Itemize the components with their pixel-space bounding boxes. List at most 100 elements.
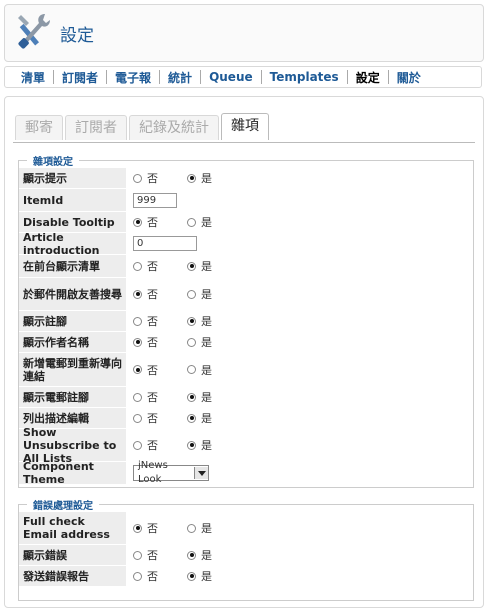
radio-button[interactable] — [187, 440, 196, 450]
radio-option-no[interactable]: 否 — [133, 389, 187, 405]
radio-option-no[interactable]: 否 — [133, 258, 187, 274]
radio-option-no[interactable]: 否 — [133, 547, 187, 563]
menu-queue[interactable]: Queue — [201, 70, 261, 84]
settings-panel: 郵寄 訂閱者 紀錄及統計 雜項 雜項設定 顯示提示否是 ItemId 999 Disa… — [4, 96, 484, 608]
radio-label: 否 — [147, 172, 158, 185]
radio-option-yes[interactable]: 是 — [187, 410, 241, 426]
tab-subscribers[interactable]: 訂閱者 — [65, 115, 127, 140]
misc-setting-row: 於郵件開啟友善搜尋 否 是 — [19, 278, 473, 311]
text-input[interactable]: 999 — [133, 192, 177, 208]
radio-button[interactable] — [187, 173, 196, 183]
radio-option-no[interactable]: 否 — [133, 437, 187, 453]
menu-newsletters[interactable]: 電子報 — [107, 69, 159, 86]
radio-option-yes[interactable]: 是 — [187, 362, 241, 378]
radio-label: 是 — [201, 172, 212, 185]
radio-option-yes[interactable]: 是 — [187, 170, 241, 186]
setting-value: 999 — [127, 192, 177, 208]
radio-label: 否 — [147, 363, 158, 377]
radio-button[interactable] — [133, 261, 142, 271]
radio-option-no[interactable]: 否 — [133, 362, 187, 378]
theme-select[interactable]: jNews Look — [133, 460, 209, 485]
radio-button[interactable] — [187, 571, 196, 581]
tab-mailing[interactable]: 郵寄 — [15, 115, 63, 140]
error-settings-rows: Full check Email address 否是顯示錯誤否是發送錯誤報告否是 — [19, 512, 473, 587]
radio-option-yes[interactable]: 是 — [187, 334, 241, 350]
radio-button[interactable] — [133, 173, 142, 183]
radio-button[interactable] — [187, 413, 196, 423]
setting-value: 否是 — [127, 410, 241, 426]
radio-button[interactable] — [133, 392, 142, 402]
setting-label: 於郵件開啟友善搜尋 — [19, 278, 127, 310]
menu-lists[interactable]: 清單 — [13, 69, 53, 86]
radio-button[interactable] — [187, 316, 196, 326]
radio-button[interactable] — [133, 571, 142, 581]
misc-setting-row: Show Unsubscribe to All Lists 否 是 — [19, 426, 473, 465]
radio-option-no[interactable]: 否 — [133, 334, 187, 350]
misc-setting-row: 新增電郵到重新導向連結否是 — [19, 353, 473, 387]
radio-option-no[interactable]: 否 — [133, 568, 187, 584]
radio-option-no[interactable]: 否 — [133, 214, 187, 230]
radio-button[interactable] — [133, 337, 142, 347]
setting-label: Component Theme — [19, 460, 127, 486]
setting-value: 0 — [127, 236, 197, 251]
misc-setting-row: 顯示提示否是 — [19, 168, 473, 189]
radio-option-yes[interactable]: 是 — [187, 547, 241, 563]
radio-button[interactable] — [133, 217, 142, 227]
radio-button[interactable] — [133, 365, 142, 374]
radio-option-yes[interactable]: 是 — [187, 313, 241, 329]
radio-option-no[interactable]: 否 — [133, 520, 187, 536]
radio-option-yes[interactable]: 是 — [187, 568, 241, 584]
radio-label: 是 — [201, 336, 212, 349]
tab-misc[interactable]: 雜項 — [221, 113, 269, 140]
radio-button[interactable] — [187, 523, 196, 533]
setting-label: Full check Email address — [19, 512, 127, 544]
radio-option-yes[interactable]: 是 — [187, 437, 241, 453]
page-header: 設定 — [4, 4, 484, 62]
error-settings-fieldset: 錯誤處理設定 Full check Email address 否是顯示錯誤否是發… — [18, 497, 474, 601]
radio-button[interactable] — [133, 316, 142, 326]
radio-option-no[interactable]: 否 — [133, 410, 187, 426]
radio-option-yes[interactable]: 是 — [187, 520, 241, 536]
radio-option-no[interactable]: 否 — [133, 170, 187, 186]
radio-button[interactable] — [133, 413, 142, 423]
radio-button[interactable] — [133, 523, 142, 533]
text-input[interactable]: 0 — [133, 236, 197, 251]
tab-logs-statistics[interactable]: 紀錄及統計 — [129, 115, 219, 140]
menu-statistics[interactable]: 統計 — [160, 69, 200, 86]
radio-option-yes[interactable]: 是 — [187, 286, 241, 302]
radio-option-no[interactable]: 否 — [133, 313, 187, 329]
tools-icon — [18, 14, 50, 49]
misc-setting-row: 顯示註腳否是 — [19, 311, 473, 332]
radio-button[interactable] — [187, 217, 196, 227]
radio-option-no[interactable]: 否 — [133, 286, 187, 302]
setting-label: Show Unsubscribe to All Lists — [19, 426, 127, 465]
radio-label: 否 — [147, 288, 158, 301]
radio-label: 是 — [201, 412, 212, 425]
radio-button[interactable] — [187, 261, 196, 271]
menu-settings[interactable]: 設定 — [348, 69, 388, 86]
setting-value: 否是 — [127, 334, 241, 350]
radio-button[interactable] — [187, 392, 196, 402]
menu-about[interactable]: 關於 — [389, 69, 429, 86]
radio-label: 是 — [201, 439, 212, 452]
radio-label: 否 — [147, 522, 158, 535]
radio-option-yes[interactable]: 是 — [187, 214, 241, 230]
setting-label: Disable Tooltip — [19, 212, 127, 232]
radio-button[interactable] — [187, 365, 196, 374]
radio-option-yes[interactable]: 是 — [187, 389, 241, 405]
setting-value: jNews Look — [127, 460, 209, 485]
misc-settings-legend: 雜項設定 — [33, 157, 73, 168]
setting-value: 否是 — [127, 313, 241, 329]
radio-button[interactable] — [187, 550, 196, 560]
radio-label: 是 — [201, 315, 212, 328]
radio-button[interactable] — [133, 550, 142, 560]
menu-subscribers[interactable]: 訂閱者 — [54, 69, 106, 86]
radio-button[interactable] — [133, 289, 142, 299]
chevron-down-icon[interactable] — [194, 467, 208, 479]
radio-button[interactable] — [187, 289, 196, 299]
radio-label: 是 — [201, 549, 212, 562]
radio-button[interactable] — [133, 440, 142, 450]
radio-button[interactable] — [187, 337, 196, 347]
menu-templates[interactable]: Templates — [262, 70, 347, 84]
radio-option-yes[interactable]: 是 — [187, 258, 241, 274]
